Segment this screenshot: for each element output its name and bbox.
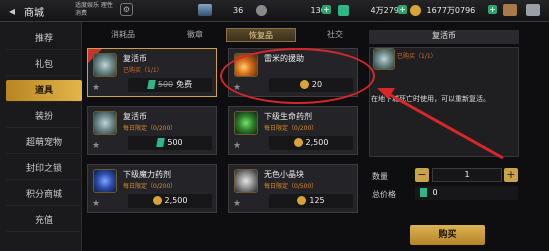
annotation-arrow — [377, 88, 504, 160]
